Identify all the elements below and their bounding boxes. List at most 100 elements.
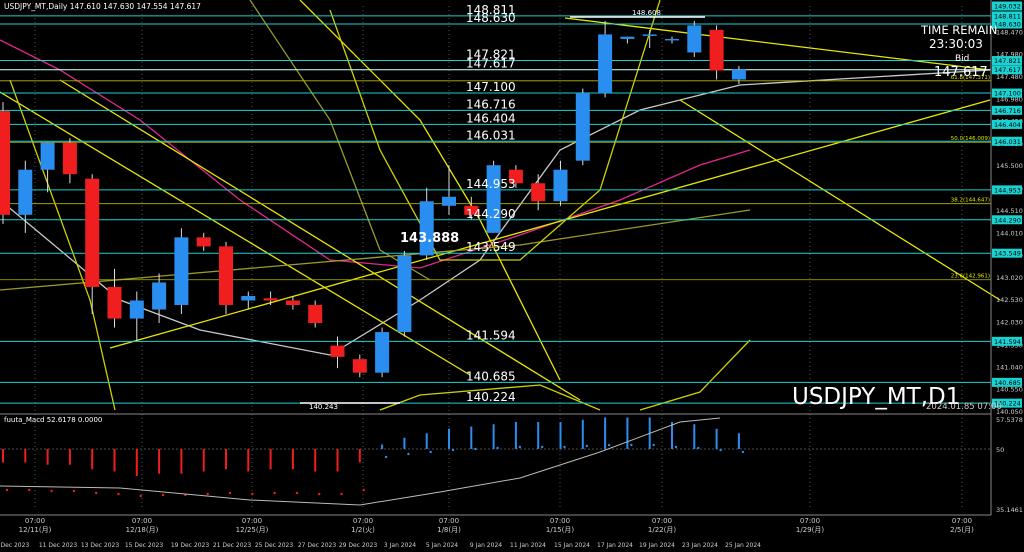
level-label: 147.100 bbox=[466, 80, 516, 94]
low-annotation: 140.243 bbox=[309, 403, 338, 411]
time-remain-value: 23:30:03 bbox=[929, 37, 983, 51]
candle-body bbox=[731, 69, 746, 80]
price-tick: 142.030 bbox=[996, 319, 1023, 327]
macd-signal-dot bbox=[585, 444, 588, 448]
macd-signal-dot bbox=[139, 494, 142, 498]
date-tick: 19 Dec 2023 bbox=[171, 542, 210, 549]
candle-body bbox=[665, 38, 679, 41]
candle-body bbox=[285, 300, 300, 306]
price-tick: 145.500 bbox=[996, 162, 1023, 170]
candle-body bbox=[419, 201, 434, 256]
candle-body bbox=[575, 93, 590, 161]
macd-signal-dot bbox=[28, 488, 31, 492]
candle-body bbox=[152, 282, 167, 310]
candle-body bbox=[40, 142, 55, 170]
price-box-label: 143.549 bbox=[994, 250, 1021, 258]
macd-signal-dot bbox=[161, 493, 165, 497]
time-label: 07:00 bbox=[800, 517, 820, 525]
fib-label: 23.6(142.961) bbox=[951, 274, 990, 280]
candle-body bbox=[85, 178, 100, 287]
date-tick: 25 Jan 2024 bbox=[725, 542, 761, 549]
date-tick: 15 Dec 2023 bbox=[125, 542, 164, 549]
time-remain-label: TIME REMAIN bbox=[920, 23, 997, 37]
level-label: 143.549 bbox=[466, 240, 516, 254]
candle-body bbox=[531, 183, 546, 202]
bid-label: Bid bbox=[955, 54, 969, 64]
macd-tick: 50 bbox=[996, 446, 1004, 454]
date-label: 12/18(月) bbox=[126, 526, 159, 534]
macd-signal-dot bbox=[206, 492, 209, 496]
date-tick: 21 Dec 2023 bbox=[213, 542, 252, 549]
candle-body bbox=[196, 237, 211, 247]
date-label: 2/5(月) bbox=[950, 526, 974, 534]
price-box-label: 147.100 bbox=[994, 90, 1021, 98]
time-label: 07:00 bbox=[550, 517, 570, 525]
candle-body bbox=[352, 359, 367, 373]
macd-signal-dot bbox=[563, 445, 566, 449]
price-box-label: 148.811 bbox=[994, 12, 1021, 20]
level-label: 140.685 bbox=[466, 369, 516, 383]
date-tick: 19 Jan 2024 bbox=[639, 542, 675, 549]
date-tick: 11 Dec 2023 bbox=[39, 542, 78, 549]
candle-body bbox=[129, 300, 144, 319]
high-annotation: 148.608 bbox=[632, 9, 661, 17]
date-label: 1/15(月) bbox=[546, 526, 574, 534]
level-label: 144.290 bbox=[466, 207, 516, 221]
candle-body bbox=[330, 345, 345, 357]
time-label: 07:00 bbox=[652, 517, 672, 525]
macd-signal-dot bbox=[72, 489, 76, 493]
price-box-label: 146.031 bbox=[994, 138, 1021, 146]
date-label: 1/22(月) bbox=[648, 526, 676, 534]
candle-body bbox=[308, 305, 323, 324]
price-box-label: 147.617 bbox=[994, 66, 1021, 74]
price-box-label: 146.404 bbox=[994, 121, 1021, 129]
candle-body bbox=[375, 332, 390, 373]
candle-body bbox=[709, 29, 724, 71]
price-annotation: 143.888 bbox=[400, 231, 459, 246]
price-box-label: 141.594 bbox=[994, 338, 1021, 346]
price-tick: 141.040 bbox=[996, 363, 1023, 371]
time-label: 07:00 bbox=[132, 517, 152, 525]
level-label: 147.617 bbox=[466, 57, 516, 71]
candle-body bbox=[598, 34, 613, 94]
macd-signal-dot bbox=[95, 491, 98, 495]
date-label: 1/29(月) bbox=[796, 526, 824, 534]
time-label: 07:00 bbox=[952, 517, 972, 525]
date-tick: 29 Dec 2023 bbox=[339, 542, 378, 549]
macd-signal-dot bbox=[318, 492, 321, 496]
candle-body bbox=[62, 142, 77, 175]
macd-signal-dot bbox=[429, 450, 432, 454]
fib-label: 50.0(146.009) bbox=[951, 136, 990, 142]
candle-body bbox=[174, 237, 189, 306]
date-tick: 11 Jan 2024 bbox=[510, 542, 546, 549]
price-box-label: 146.716 bbox=[994, 107, 1021, 115]
date-tick: 3 Jan 2024 bbox=[384, 542, 416, 549]
price-box-label: 147.821 bbox=[994, 57, 1021, 65]
candle-body bbox=[241, 295, 256, 301]
date-label: 1/2(火) bbox=[351, 526, 375, 534]
date-label: 12/25(月) bbox=[236, 526, 269, 534]
macd-signal-dot bbox=[474, 447, 477, 451]
level-label: 148.630 bbox=[466, 11, 516, 25]
date-tick: 5 Jan 2024 bbox=[426, 542, 458, 549]
date-tick: 23 Jan 2024 bbox=[682, 542, 718, 549]
macd-signal-dot bbox=[228, 491, 232, 495]
macd-label: fuuta_Macd 52.6178 0.0000 bbox=[4, 416, 102, 424]
date-note: 2024.01.85 07:00 bbox=[926, 402, 1002, 412]
macd-tick: 57.5378 bbox=[996, 416, 1023, 424]
macd-signal-dot bbox=[340, 492, 343, 496]
price-tick: 144.510 bbox=[996, 207, 1023, 215]
date-tick: 25 Dec 2023 bbox=[255, 542, 294, 549]
time-label: 07:00 bbox=[439, 517, 459, 525]
price-chart[interactable]: 61.8(147.371)50.0(146.009)38.2(144.647)2… bbox=[0, 0, 1024, 552]
macd-signal-dot bbox=[117, 492, 120, 496]
macd-signal-dot bbox=[407, 452, 410, 456]
macd-signal-dot bbox=[273, 491, 276, 495]
date-tick: 9 Jan 2024 bbox=[470, 542, 502, 549]
time-label: 07:00 bbox=[25, 517, 45, 525]
level-label: 146.404 bbox=[466, 111, 516, 125]
candle-body bbox=[263, 298, 278, 301]
date-label: 12/11(月) bbox=[19, 526, 52, 534]
candle-body bbox=[553, 169, 568, 202]
price-tick: 144.010 bbox=[996, 229, 1023, 237]
